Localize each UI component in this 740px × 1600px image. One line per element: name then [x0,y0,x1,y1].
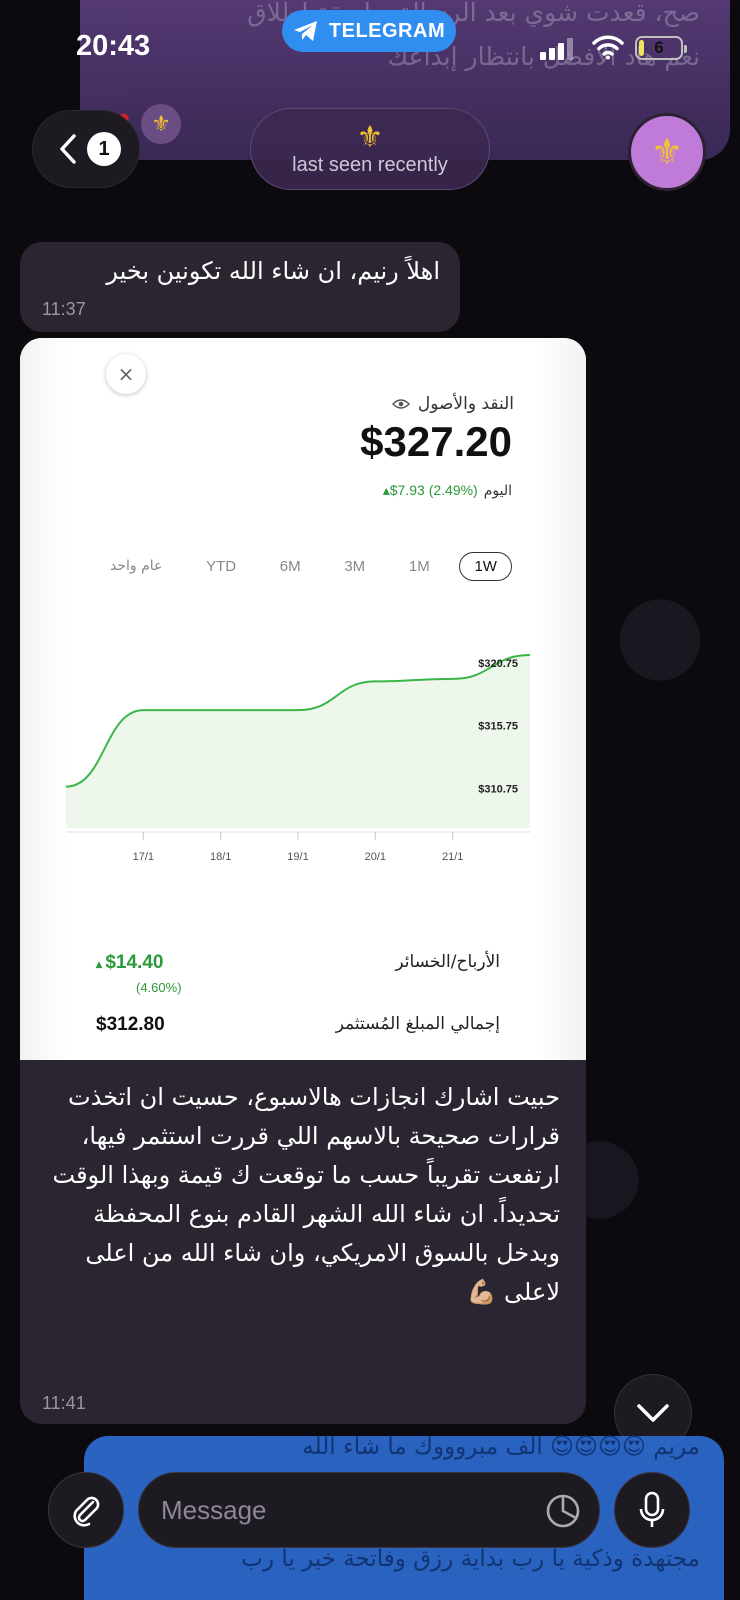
chat-title[interactable]: ⚜ last seen recently [250,108,490,190]
chevron-down-icon [637,1404,669,1422]
chevron-left-icon [60,134,76,164]
message-input[interactable] [161,1494,521,1526]
pnl-value-text: $14.40 [105,952,164,973]
y-tick-label: $320.75 [478,658,518,670]
range-tab[interactable]: 3M [330,553,379,580]
y-tick-label: $315.75 [478,721,518,733]
pnl-label: الأرباح/الخسائر [395,952,500,972]
unread-count-badge: 1 [87,132,121,166]
pnl-value: ▴ $14.40 [96,952,163,974]
message-time: 11:41 [42,1393,86,1413]
clock: 20:43 [76,30,151,62]
incoming-message[interactable]: حبيت اشارك انجازات هالاسبوع، حسيت ان اتخ… [20,1060,586,1424]
close-icon[interactable]: × [106,354,146,394]
avatar[interactable]: ⚜ [628,113,706,191]
range-tab[interactable]: 6M [266,553,315,580]
range-tab[interactable]: 1M [395,553,444,580]
status-bar: 20:43 TELEGRAM 6 [0,0,740,100]
screenshot-margin-right [538,338,586,1060]
message-composer [0,1456,740,1600]
telegram-return-pill[interactable]: TELEGRAM [282,10,456,52]
range-selector: عام واحد YTD 6M 3M 1M 1W [96,550,512,582]
y-tick-label: $310.75 [478,783,518,795]
sticker-icon[interactable] [545,1493,581,1529]
cash-assets-label: النقد والأصول [391,394,514,414]
message-field[interactable] [138,1472,600,1548]
paperclip-icon [73,1496,100,1527]
up-arrow-icon: ▴ [382,482,390,498]
range-tab[interactable]: 1W [459,551,512,581]
last-seen-status: last seen recently [292,153,448,176]
range-tab[interactable]: YTD [192,553,250,580]
avatar-glyph: ⚜ [650,131,684,173]
message-text: اهلاً رنيم، ان شاء الله تكونين بخير [106,257,440,285]
battery-icon: 6 [635,36,687,60]
x-tick-label: 20/1 [365,851,386,863]
back-button[interactable]: 1 [32,110,140,188]
incoming-message[interactable]: اهلاً رنيم، ان شاء الله تكونين بخير 11:3… [20,242,460,332]
wifi-icon [592,35,624,60]
portfolio-value: $327.20 [360,418,512,465]
cellular-signal-icon [540,38,573,60]
day-change-text: $7.93 (2.49%) [389,482,478,498]
range-tab[interactable]: عام واحد [96,553,176,579]
x-tick-label: 21/1 [442,851,463,863]
voice-record-button[interactable] [614,1472,690,1548]
chart-area-fill [66,655,530,828]
day-change-value: ▴$7.93 (2.49%) [383,482,478,499]
cash-assets-text: النقد والأصول [417,394,514,414]
day-change: اليوم ▴$7.93 (2.49%) [383,482,512,499]
x-tick-label: 19/1 [287,851,308,863]
day-label: اليوم [483,482,512,499]
microphone-icon [639,1491,665,1527]
fleur-reaction-icon: ⚜ [141,104,182,144]
message-time: 11:37 [42,299,86,319]
invested-label: إجمالي المبلغ المُستثمر [335,1014,500,1034]
battery-level: 6 [654,38,664,57]
x-tick-label: 17/1 [133,851,154,863]
telegram-icon [293,21,317,41]
invested-value: $312.80 [96,1014,165,1035]
telegram-label: TELEGRAM [328,19,446,42]
value-chart: $320.75 $315.75 $310.75 17/1 18/1 19/1 20/1 21/… [66,654,530,863]
message-text: حبيت اشارك انجازات هالاسبوع، حسيت ان اتخ… [52,1083,560,1306]
attach-button[interactable] [48,1472,124,1548]
contact-name-glyph: ⚜ [356,119,384,155]
eye-icon [391,399,410,409]
x-tick-label: 18/1 [210,851,231,863]
screenshot-margin-left [20,338,68,1060]
pnl-percent: (4.60%) [136,980,182,995]
up-arrow-icon: ▴ [96,957,106,971]
